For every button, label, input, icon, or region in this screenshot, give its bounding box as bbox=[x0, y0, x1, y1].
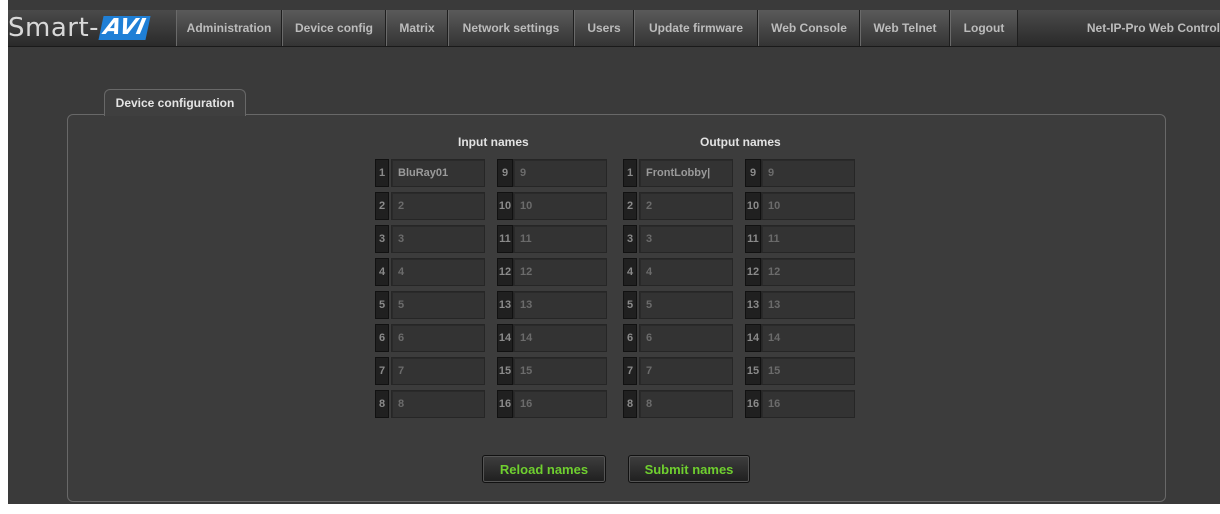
input-name-field[interactable]: 2 bbox=[391, 192, 485, 220]
input-number-label: 16 bbox=[497, 390, 513, 418]
output-number-label: 10 bbox=[745, 192, 761, 220]
output-name-field[interactable]: 8 bbox=[639, 390, 733, 418]
nav-matrix[interactable]: Matrix bbox=[386, 10, 448, 46]
input-number-label: 12 bbox=[497, 258, 513, 286]
input-number-label: 6 bbox=[375, 324, 389, 352]
output-name-field[interactable]: 15 bbox=[761, 357, 855, 385]
input-name-field[interactable]: 12 bbox=[513, 258, 607, 286]
product-title: Net-IP-Pro Web Control bbox=[1086, 21, 1220, 35]
output-name-field[interactable]: 6 bbox=[639, 324, 733, 352]
nav-network-settings[interactable]: Network settings bbox=[448, 10, 574, 46]
input-name-field[interactable]: 14 bbox=[513, 324, 607, 352]
output-name-field[interactable]: 11 bbox=[761, 225, 855, 253]
input-number-label: 7 bbox=[375, 357, 389, 385]
nav-logout[interactable]: Logout bbox=[950, 10, 1018, 46]
submit-names-button[interactable]: Submit names bbox=[628, 455, 750, 483]
input-number-label: 4 bbox=[375, 258, 389, 286]
input-number-label: 14 bbox=[497, 324, 513, 352]
input-name-field[interactable]: 9 bbox=[513, 159, 607, 187]
input-number-label: 15 bbox=[497, 357, 513, 385]
output-name-field[interactable]: 13 bbox=[761, 291, 855, 319]
output-name-field[interactable]: 5 bbox=[639, 291, 733, 319]
input-name-field[interactable]: BluRay01 bbox=[391, 159, 485, 187]
output-number-label: 5 bbox=[623, 291, 637, 319]
nav-update-firmware[interactable]: Update firmware bbox=[634, 10, 758, 46]
output-name-field[interactable]: 4 bbox=[639, 258, 733, 286]
output-number-label: 15 bbox=[745, 357, 761, 385]
output-number-label: 13 bbox=[745, 291, 761, 319]
output-name-field[interactable]: 14 bbox=[761, 324, 855, 352]
input-number-label: 8 bbox=[375, 390, 389, 418]
input-number-label: 5 bbox=[375, 291, 389, 319]
nav-administration[interactable]: Administration bbox=[176, 10, 282, 46]
output-number-label: 11 bbox=[745, 225, 761, 253]
input-number-label: 11 bbox=[497, 225, 513, 253]
output-number-label: 1 bbox=[623, 159, 637, 187]
output-number-label: 9 bbox=[745, 159, 761, 187]
nav-users[interactable]: Users bbox=[574, 10, 634, 46]
input-name-field[interactable]: 10 bbox=[513, 192, 607, 220]
input-names-heading: Input names bbox=[458, 135, 529, 149]
output-name-field[interactable]: 3 bbox=[639, 225, 733, 253]
reload-names-button[interactable]: Reload names bbox=[482, 455, 606, 483]
input-name-field[interactable]: 4 bbox=[391, 258, 485, 286]
nav-web-console[interactable]: Web Console bbox=[758, 10, 860, 46]
input-name-field[interactable]: 6 bbox=[391, 324, 485, 352]
input-name-field[interactable]: 13 bbox=[513, 291, 607, 319]
output-number-label: 8 bbox=[623, 390, 637, 418]
input-number-label: 3 bbox=[375, 225, 389, 253]
input-name-field[interactable]: 16 bbox=[513, 390, 607, 418]
nav-device-config[interactable]: Device config bbox=[282, 10, 386, 46]
tab-device-configuration[interactable]: Device configuration bbox=[104, 89, 246, 116]
output-name-field[interactable]: FrontLobby| bbox=[639, 159, 733, 187]
input-name-field[interactable]: 7 bbox=[391, 357, 485, 385]
input-name-field[interactable]: 11 bbox=[513, 225, 607, 253]
output-name-field[interactable]: 16 bbox=[761, 390, 855, 418]
device-config-panel bbox=[67, 114, 1166, 502]
input-number-label: 10 bbox=[497, 192, 513, 220]
input-name-field[interactable]: 15 bbox=[513, 357, 607, 385]
output-number-label: 14 bbox=[745, 324, 761, 352]
smart-avi-logo: Smart- AVI bbox=[8, 10, 176, 46]
input-number-label: 13 bbox=[497, 291, 513, 319]
input-name-field[interactable]: 3 bbox=[391, 225, 485, 253]
output-number-label: 6 bbox=[623, 324, 637, 352]
output-number-label: 2 bbox=[623, 192, 637, 220]
tab-joint bbox=[105, 113, 243, 116]
top-navbar: Smart- AVI Administration Device config … bbox=[8, 10, 1220, 47]
nav-web-telnet[interactable]: Web Telnet bbox=[860, 10, 950, 46]
output-names-heading: Output names bbox=[700, 135, 781, 149]
logo-text: Smart- bbox=[8, 13, 100, 43]
output-name-field[interactable]: 12 bbox=[761, 258, 855, 286]
output-name-field[interactable]: 10 bbox=[761, 192, 855, 220]
input-number-label: 2 bbox=[375, 192, 389, 220]
output-number-label: 3 bbox=[623, 225, 637, 253]
input-name-field[interactable]: 8 bbox=[391, 390, 485, 418]
output-name-field[interactable]: 2 bbox=[639, 192, 733, 220]
output-number-label: 4 bbox=[623, 258, 637, 286]
output-name-field[interactable]: 7 bbox=[639, 357, 733, 385]
output-name-field[interactable]: 9 bbox=[761, 159, 855, 187]
input-name-field[interactable]: 5 bbox=[391, 291, 485, 319]
output-number-label: 16 bbox=[745, 390, 761, 418]
logo-badge: AVI bbox=[98, 15, 151, 40]
page-border-bottom bbox=[0, 504, 1220, 514]
page-border-left bbox=[0, 0, 8, 514]
input-number-label: 9 bbox=[497, 159, 513, 187]
output-number-label: 12 bbox=[745, 258, 761, 286]
input-number-label: 1 bbox=[375, 159, 389, 187]
output-number-label: 7 bbox=[623, 357, 637, 385]
